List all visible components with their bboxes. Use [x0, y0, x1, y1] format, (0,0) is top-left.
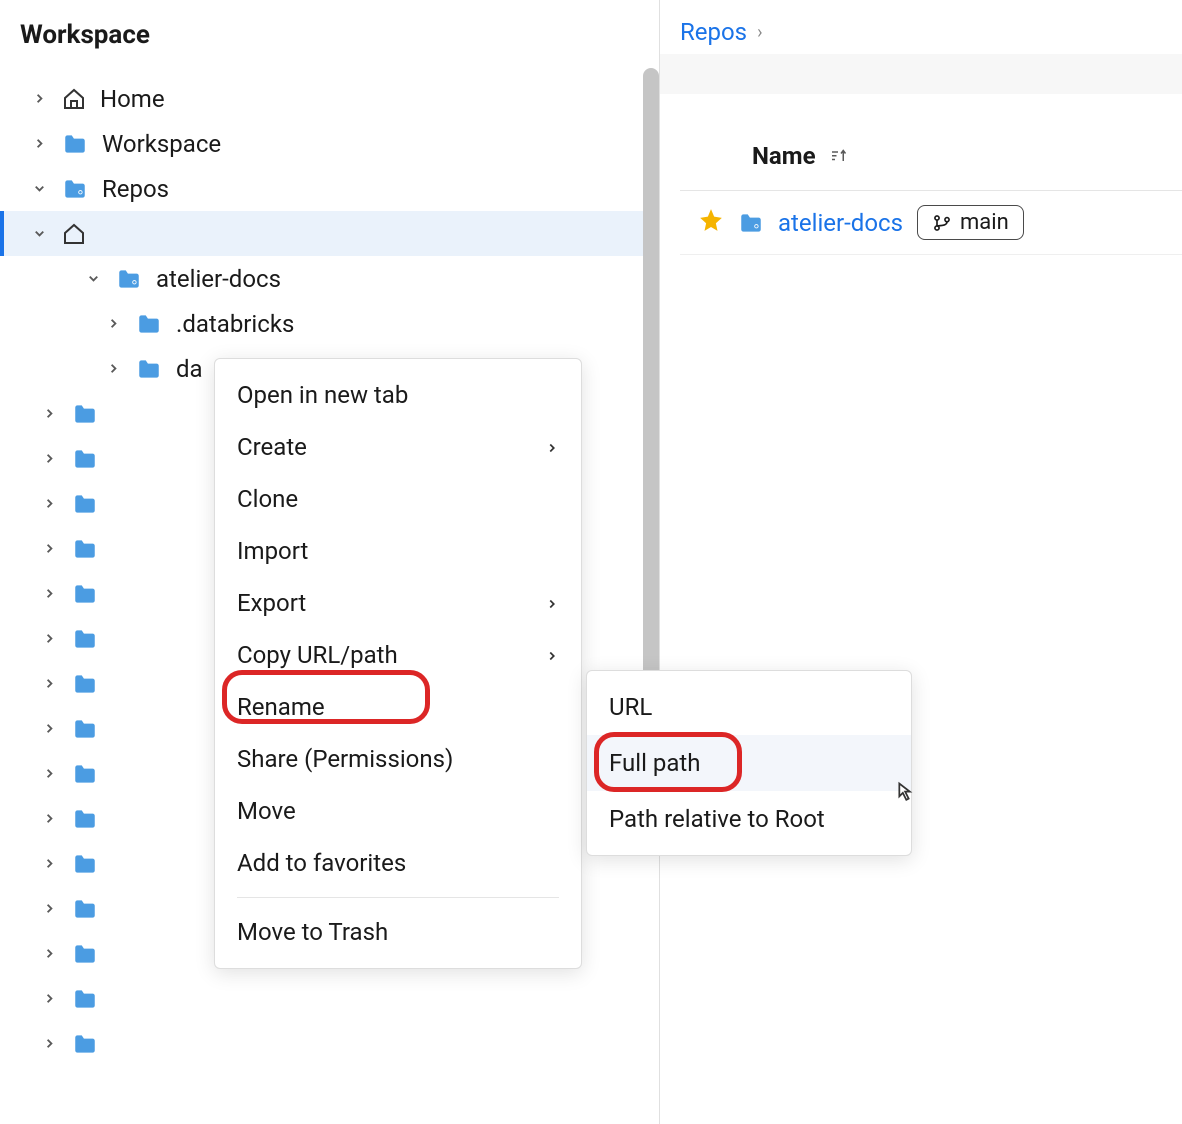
cursor-icon [890, 780, 918, 814]
chevron-right-icon [40, 585, 58, 603]
chevron-down-icon [84, 270, 102, 288]
folder-icon [72, 581, 98, 607]
menu-add-favorites[interactable]: Add to favorites [215, 837, 581, 889]
star-icon[interactable] [698, 207, 724, 239]
folder-icon [72, 896, 98, 922]
chevron-right-icon [40, 450, 58, 468]
chevron-down-icon [30, 225, 48, 243]
chevron-right-icon [40, 630, 58, 648]
submenu-copy: URL Full path Path relative to Root [586, 670, 912, 856]
chevron-right-icon [40, 495, 58, 513]
chevron-right-icon [40, 990, 58, 1008]
folder-icon [72, 491, 98, 517]
chevron-right-icon [40, 900, 58, 918]
folder-icon [72, 446, 98, 472]
workspace-title: Workspace [0, 20, 659, 76]
chevron-right-icon [40, 810, 58, 828]
folder-icon [72, 806, 98, 832]
chevron-right-icon [545, 433, 559, 461]
folder-icon [136, 356, 162, 382]
tree-item-folder[interactable] [0, 976, 659, 1021]
chevron-right-icon [40, 855, 58, 873]
tree-label: Repos [102, 175, 659, 203]
header-bar [660, 54, 1182, 94]
column-header-label: Name [752, 142, 816, 170]
chevron-right-icon [30, 135, 48, 153]
menu-move[interactable]: Move [215, 785, 581, 837]
context-menu: Open in new tab Create Clone Import Expo… [214, 358, 582, 969]
chevron-right-icon [545, 641, 559, 669]
breadcrumb[interactable]: Repos › [680, 18, 1182, 54]
chevron-right-icon [40, 720, 58, 738]
folder-icon [72, 671, 98, 697]
tree-label: .databricks [176, 310, 659, 338]
tree-label: Workspace [102, 130, 659, 158]
chevron-right-icon [104, 360, 122, 378]
folder-icon [72, 1031, 98, 1057]
home-icon [62, 222, 86, 246]
submenu-relative[interactable]: Path relative to Root [587, 791, 911, 847]
branch-icon [932, 213, 952, 233]
tree-label: atelier-docs [156, 265, 659, 293]
folder-icon [72, 626, 98, 652]
chevron-right-icon [40, 540, 58, 558]
chevron-down-icon [30, 180, 48, 198]
tree-item-workspace[interactable]: Workspace [0, 121, 659, 166]
chevron-right-icon [40, 1035, 58, 1053]
folder-icon [72, 401, 98, 427]
menu-trash[interactable]: Move to Trash [215, 906, 581, 958]
main-panel: Repos › Name atelier-docs main [660, 0, 1182, 1124]
submenu-full-path[interactable]: Full path [587, 735, 911, 791]
chevron-right-icon [40, 405, 58, 423]
menu-open-new-tab[interactable]: Open in new tab [215, 369, 581, 421]
menu-rename[interactable]: Rename [215, 681, 581, 733]
chevron-right-icon [30, 90, 48, 108]
tree-item-repos[interactable]: Repos [0, 166, 659, 211]
chevron-right-icon [40, 945, 58, 963]
folder-icon [72, 941, 98, 967]
folder-icon [72, 761, 98, 787]
branch-pill[interactable]: main [917, 205, 1024, 240]
sort-icon[interactable] [828, 142, 848, 170]
menu-share[interactable]: Share (Permissions) [215, 733, 581, 785]
folder-icon [72, 716, 98, 742]
chevron-right-icon [545, 589, 559, 617]
tree-item-databricks[interactable]: .databricks [0, 301, 659, 346]
repo-folder-icon [116, 266, 142, 292]
chevron-right-icon: › [757, 22, 762, 43]
tree-label: Home [100, 85, 659, 113]
folder-icon [72, 536, 98, 562]
repo-link[interactable]: atelier-docs [778, 209, 903, 237]
submenu-url[interactable]: URL [587, 679, 911, 735]
tree-item-home[interactable]: Home [0, 76, 659, 121]
folder-icon [62, 131, 88, 157]
menu-clone[interactable]: Clone [215, 473, 581, 525]
repo-folder-icon [738, 210, 764, 236]
menu-copy-url-path[interactable]: Copy URL/path [215, 629, 581, 681]
tree-item-atelier-docs[interactable]: atelier-docs [0, 256, 659, 301]
menu-create[interactable]: Create [215, 421, 581, 473]
breadcrumb-link[interactable]: Repos [680, 18, 747, 46]
folder-icon [72, 851, 98, 877]
branch-name: main [960, 210, 1009, 235]
chevron-right-icon [40, 675, 58, 693]
folder-icon [136, 311, 162, 337]
home-icon [62, 87, 86, 111]
tree-item-user-home[interactable] [0, 211, 659, 256]
menu-divider [237, 897, 559, 898]
tree-item-folder[interactable] [0, 1021, 659, 1066]
repo-folder-icon [62, 176, 88, 202]
repo-row[interactable]: atelier-docs main [680, 191, 1182, 255]
column-header-name[interactable]: Name [680, 94, 1182, 191]
menu-import[interactable]: Import [215, 525, 581, 577]
folder-icon [72, 986, 98, 1012]
chevron-right-icon [40, 765, 58, 783]
chevron-right-icon [104, 315, 122, 333]
scrollbar[interactable] [643, 68, 659, 708]
menu-export[interactable]: Export [215, 577, 581, 629]
